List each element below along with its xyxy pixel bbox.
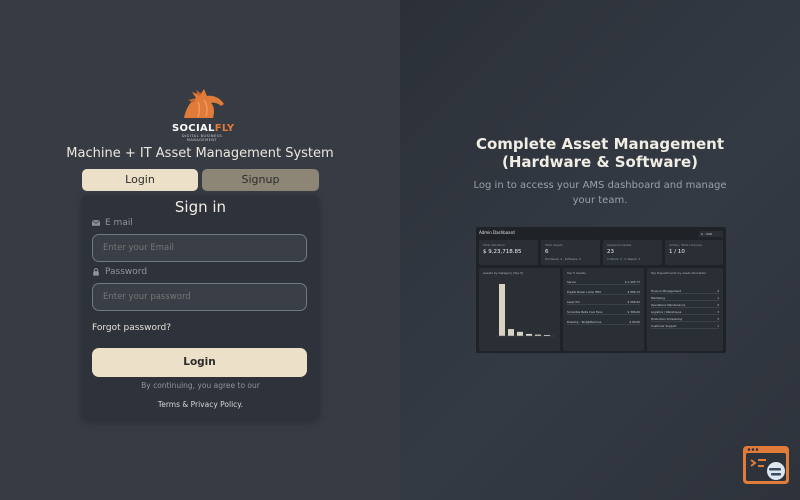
stat-key: Total Valuation (483, 243, 505, 247)
socialfly-logo: SOCIALFLY DIGITAL BUSINESS MANAGEMENT (172, 86, 235, 142)
top-assets-panel: Top 5 Assets Server $ 1,393.77 Digital Po… (563, 268, 644, 351)
asset-value: $ 866.15 (627, 290, 640, 294)
dept-total: 4 (717, 289, 719, 293)
chart-bar (499, 284, 505, 336)
table-row: Operations Maintenance 2 (651, 303, 719, 308)
stat-sub: In Stock: 4 · In Repair: 1 (607, 257, 641, 261)
dept-name: Logistics / Warehouse (651, 310, 682, 314)
stat-card: Total Valuation $ 9,23,718.85 (479, 240, 538, 265)
chart-bar (508, 329, 514, 336)
asset-value: $ 1,393.77 (624, 280, 640, 284)
login-button[interactable]: Login (92, 348, 307, 377)
email-label: E mail (92, 218, 133, 228)
table-row: Customer Support 1 (651, 324, 719, 329)
stat-card: Assigned Assets 23 In Stock: 4 · In Repa… (603, 240, 662, 265)
asset-value: $ 566.00 (627, 300, 640, 304)
password-label: Password (92, 267, 147, 277)
chat-widget-button[interactable] (742, 445, 790, 485)
brand-tagline: DIGITAL BUSINESS MANAGEMENT (181, 134, 223, 142)
chat-widget-icon (743, 446, 789, 484)
table-row: Logistics / Warehouse 3 (651, 310, 719, 315)
stat-card: Total Assets 6 Hardware: 4 · Software: 2 (541, 240, 600, 265)
list-item: Desktop - Test@Machine $ 90.00 (567, 320, 640, 325)
dept-name: Finance Management (651, 289, 682, 293)
chart-bar (517, 331, 523, 336)
dept-total: 3 (717, 310, 719, 314)
login-card: Sign in E mail Password Forgot password?… (82, 195, 319, 420)
hero-title-line1: Complete Asset Management (475, 135, 724, 153)
tab-login[interactable]: Login (82, 169, 198, 191)
list-item: Laser Pro $ 566.00 (567, 300, 640, 305)
category-chart-panel: Assets by Category (Top 5) (479, 268, 560, 351)
email-label-text: E mail (105, 218, 133, 228)
asset-name: Server (567, 280, 577, 284)
stat-sub: Hardware: 4 · Software: 2 (545, 257, 581, 261)
terms-notice: By continuing, you agree to our (141, 381, 260, 390)
dept-total: 1 (717, 324, 719, 328)
asset-value: $ 396.00 (627, 310, 640, 314)
asset-name: Laser Pro (567, 300, 580, 304)
stat-key: Active / Total Licenses (669, 243, 703, 247)
hero-side: Complete Asset Management (Hardware & So… (400, 0, 800, 500)
dept-total: 3 (717, 317, 719, 321)
currency-select: $ · USD (699, 231, 723, 237)
asset-name: Digital Power Lamp HB4 (567, 290, 601, 294)
stat-value: 1 / 10 (669, 249, 685, 255)
hero-title-line2: (Hardware & Software) (502, 153, 698, 171)
dept-name: Production Scheduling (651, 317, 683, 321)
stat-value: 6 (545, 249, 549, 255)
list-item: Digital Power Lamp HB4 $ 866.15 (567, 290, 640, 295)
table-row: Marketing 1 (651, 296, 719, 301)
dept-total: 1 (717, 296, 719, 300)
dept-name: Operations Maintenance (651, 303, 686, 307)
chart-bar (526, 333, 532, 336)
login-side: SOCIALFLY DIGITAL BUSINESS MANAGEMENT Ma… (0, 0, 400, 500)
forgot-password-link[interactable]: Forgot password? (92, 323, 171, 333)
list-item: Server $ 1,393.77 (567, 280, 640, 285)
dept-total: 2 (717, 303, 719, 307)
list-item: Scramble Belts Cool Fans $ 396.00 (567, 310, 640, 315)
password-label-text: Password (105, 267, 148, 277)
stat-key: Assigned Assets (607, 243, 632, 247)
envelope-icon (92, 220, 100, 226)
stat-key: Total Assets (545, 243, 563, 247)
hero-title: Complete Asset Management (Hardware & So… (400, 135, 800, 171)
brand-name: SOCIALFLY (172, 123, 235, 134)
lock-icon (93, 268, 99, 276)
system-title: Machine + IT Asset Management System (66, 146, 334, 161)
panel-title: Top Departments by Asset Allocation (651, 271, 707, 275)
dept-name: Marketing (651, 296, 665, 300)
panel-title: Top 5 Assets (567, 271, 586, 275)
email-field[interactable] (92, 234, 307, 262)
terms-link[interactable]: Terms & Privacy Policy. (82, 400, 319, 409)
dashboard-preview: Admin Dashboard $ · USD Total Valuation … (476, 227, 726, 353)
mini-bar-chart (495, 284, 555, 337)
stat-card: Active / Total Licenses 1 / 10 (665, 240, 723, 265)
password-field[interactable] (92, 283, 307, 311)
stat-value: $ 9,23,718.85 (483, 249, 522, 255)
departments-panel: Top Departments by Asset Allocation Fina… (647, 268, 723, 351)
hero-subtitle: Log in to access your AMS dashboard and … (473, 180, 727, 206)
dashboard-title: Admin Dashboard (479, 230, 515, 235)
stat-value: 23 (607, 249, 614, 255)
table-row: Production Scheduling 3 (651, 317, 719, 322)
dept-name: Customer Support (651, 324, 677, 328)
horse-logo-icon (184, 89, 224, 118)
table-row: Finance Management 4 (651, 289, 719, 294)
tab-signup[interactable]: Signup (202, 169, 319, 191)
asset-value: $ 90.00 (629, 320, 640, 324)
asset-name: Desktop - Test@Machine (567, 320, 602, 324)
signin-heading: Sign in (174, 198, 227, 216)
asset-name: Scramble Belts Cool Fans (567, 310, 603, 314)
